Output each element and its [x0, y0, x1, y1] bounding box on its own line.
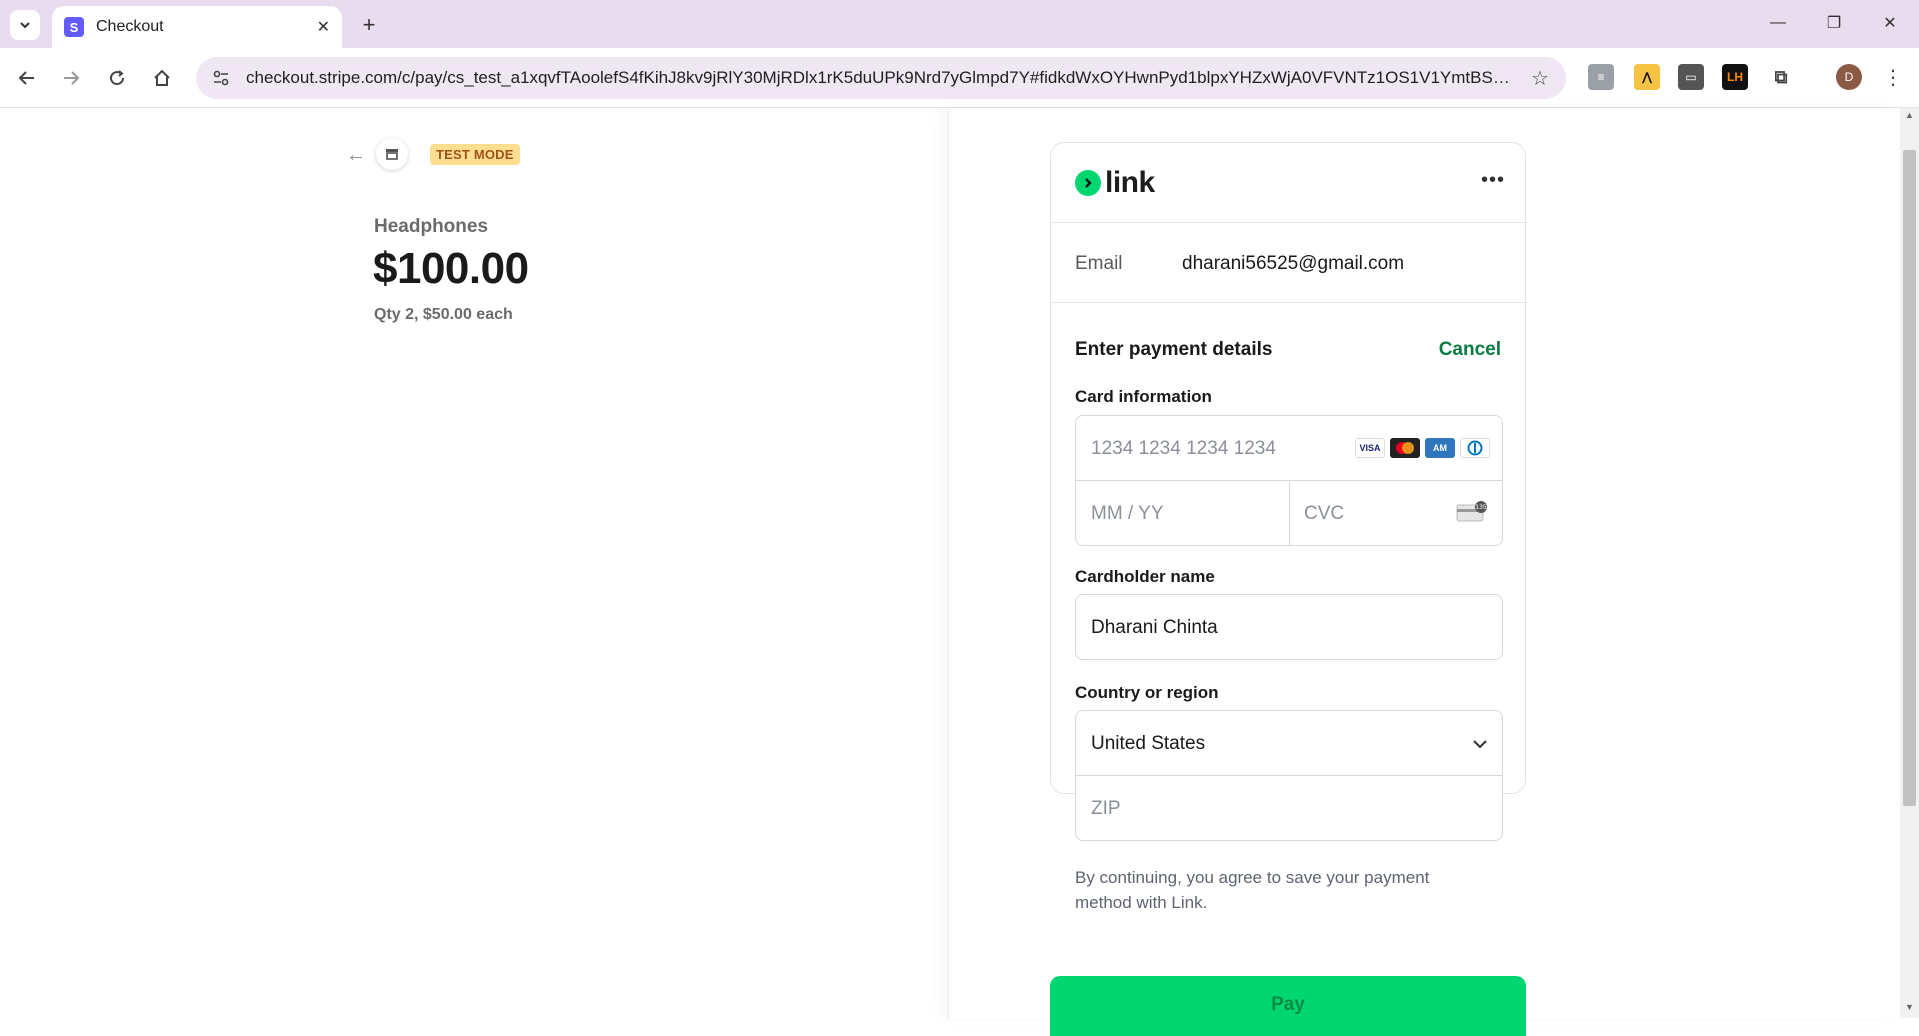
reload-icon: [110, 70, 125, 86]
cardholder-value: Dharani Chinta: [1091, 617, 1218, 638]
cvc-card-icon: 135: [1456, 501, 1487, 522]
diners-icon: [1460, 438, 1490, 458]
expiry-input[interactable]: MM / YY: [1075, 480, 1290, 546]
cancel-link[interactable]: Cancel: [1439, 339, 1501, 361]
email-row: Email dharani56525@gmail.com: [1051, 223, 1527, 303]
amex-icon: AM: [1425, 438, 1455, 458]
url-text: checkout.stripe.com/c/pay/cs_test_a1xqvf…: [246, 68, 1518, 87]
card-info-label: Card information: [1075, 387, 1212, 406]
link-wordmark: link: [1105, 166, 1155, 199]
site-info-icon[interactable]: [210, 67, 232, 89]
chevron-down-icon: [1473, 740, 1487, 749]
zip-placeholder: ZIP: [1091, 798, 1121, 819]
email-value: dharani56525@gmail.com: [1182, 253, 1405, 274]
back-arrow-icon[interactable]: ←: [346, 144, 366, 167]
product-quantity: Qty 2, $50.00 each: [374, 306, 513, 323]
test-mode-badge: TEST MODE: [430, 144, 520, 165]
close-window-button[interactable]: ✕: [1870, 8, 1910, 38]
tab-title: Checkout: [96, 18, 164, 35]
country-label: Country or region: [1075, 683, 1219, 702]
tab-strip: S Checkout ✕ + — ❐ ✕: [0, 0, 1919, 48]
link-logo: link: [1075, 166, 1155, 199]
card-brands: VISA AM: [1355, 438, 1490, 458]
link-chevron-icon: [1075, 170, 1101, 196]
cardholder-label: Cardholder name: [1075, 567, 1215, 586]
home-button[interactable]: [147, 63, 177, 93]
more-options-icon[interactable]: •••: [1481, 169, 1505, 192]
ext-lh-icon[interactable]: LH: [1722, 64, 1748, 90]
store-icon[interactable]: [376, 138, 408, 170]
restore-button[interactable]: ❐: [1814, 8, 1854, 38]
zip-input[interactable]: ZIP: [1075, 775, 1503, 841]
arrow-right-icon: [64, 71, 80, 85]
card-number-input[interactable]: 1234 1234 1234 1234 VISA AM: [1075, 415, 1503, 481]
extensions-puzzle-icon[interactable]: ⧉: [1768, 64, 1794, 90]
page-scrollbar[interactable]: ▲ ▼: [1900, 108, 1919, 1018]
browser-toolbar: checkout.stripe.com/c/pay/cs_test_a1xqvf…: [0, 48, 1919, 108]
expiry-placeholder: MM / YY: [1091, 503, 1164, 524]
product-price: $100.00: [373, 244, 529, 293]
tab-search-button[interactable]: [10, 10, 40, 40]
svg-text:135: 135: [1475, 504, 1487, 511]
arrow-left-icon: [18, 71, 34, 85]
ext-2-icon[interactable]: ⋀: [1634, 64, 1660, 90]
checkout-page: ← TEST MODE Headphones $100.00 Qty 2, $5…: [0, 108, 1900, 1036]
link-card: link ••• Email dharani56525@gmail.com En…: [1050, 142, 1527, 912]
forward-button[interactable]: [56, 63, 86, 93]
country-value: United States: [1091, 733, 1206, 754]
country-select[interactable]: United States: [1075, 710, 1503, 776]
address-bar[interactable]: checkout.stripe.com/c/pay/cs_test_a1xqvf…: [196, 57, 1566, 99]
home-icon: [154, 69, 170, 86]
card-number-placeholder: 1234 1234 1234 1234: [1091, 438, 1276, 459]
stripe-favicon-icon: S: [64, 17, 84, 37]
cvc-placeholder: CVC: [1304, 503, 1345, 524]
bookmark-star-icon[interactable]: ☆: [1528, 66, 1552, 91]
cvc-input[interactable]: CVC 135: [1289, 480, 1503, 546]
pay-button[interactable]: Pay: [1050, 976, 1526, 1036]
save-notice: By continuing, you agree to save your pa…: [1075, 868, 1430, 912]
visa-icon: VISA: [1355, 438, 1385, 458]
close-tab-icon[interactable]: ✕: [317, 17, 330, 37]
scroll-down-icon[interactable]: ▼: [1903, 1002, 1916, 1016]
tab-checkout[interactable]: S Checkout ✕: [52, 6, 342, 48]
payment-details-title: Enter payment details: [1075, 339, 1273, 360]
profile-avatar[interactable]: D: [1836, 64, 1862, 90]
ext-1-icon[interactable]: ≡: [1588, 64, 1614, 90]
minimize-button[interactable]: —: [1758, 8, 1798, 38]
ext-3-icon[interactable]: ▭: [1678, 64, 1704, 90]
browser-menu-icon[interactable]: ⋮: [1880, 64, 1906, 90]
new-tab-button[interactable]: +: [354, 10, 384, 40]
cardholder-name-input[interactable]: Dharani Chinta: [1075, 594, 1503, 660]
scroll-up-icon[interactable]: ▲: [1903, 110, 1916, 124]
product-name: Headphones: [374, 216, 489, 237]
chevron-down-icon: [20, 22, 30, 29]
link-header: link •••: [1051, 143, 1527, 223]
reload-button[interactable]: [102, 63, 132, 93]
mastercard-icon: [1390, 438, 1420, 458]
email-label: Email: [1075, 253, 1123, 274]
back-button[interactable]: [12, 63, 42, 93]
scroll-thumb[interactable]: [1903, 150, 1916, 806]
